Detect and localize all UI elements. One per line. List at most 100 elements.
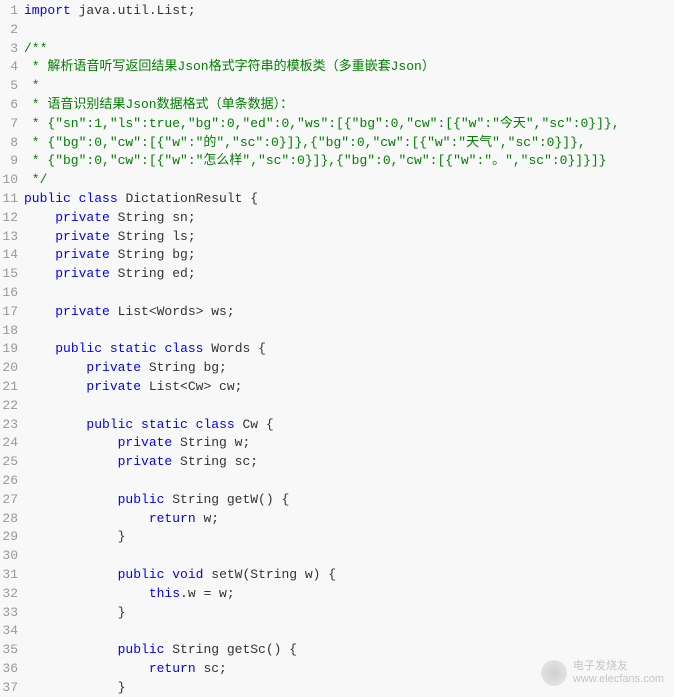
code-line[interactable]: private String bg; [24,359,674,378]
line-number: 32 [0,585,18,604]
code-line[interactable]: * 语音识别结果Json数据格式（单条数据）： [24,96,674,115]
code-line[interactable] [24,322,674,341]
token-kw: private [55,304,110,319]
line-number: 14 [0,246,18,265]
watermark-icon [541,660,567,686]
code-area[interactable]: import java.util.List; /** * 解析语音听写返回结果J… [24,2,674,697]
line-number: 16 [0,284,18,303]
line-number: 15 [0,265,18,284]
code-line[interactable]: * {"bg":0,"cw":[{"w":"的","sc":0}]},{"bg"… [24,134,674,153]
watermark-url: www.elecfans.com [573,673,664,686]
line-number: 26 [0,472,18,491]
token-kw: private [86,379,141,394]
line-number: 28 [0,510,18,529]
token-kw: private [55,266,110,281]
code-line[interactable] [24,21,674,40]
line-number: 35 [0,641,18,660]
token-kw: public [86,417,133,432]
line-number: 13 [0,228,18,247]
line-number: 6 [0,96,18,115]
line-number: 37 [0,679,18,697]
token-kw: return [149,661,196,676]
line-number: 18 [0,322,18,341]
code-line[interactable]: return w; [24,510,674,529]
token-comment: * 语音识别结果Json数据格式（单条数据）： [24,97,293,112]
line-number: 4 [0,58,18,77]
code-line[interactable]: private String sn; [24,209,674,228]
code-line[interactable]: * {"sn":1,"ls":true,"bg":0,"ed":0,"ws":[… [24,115,674,134]
code-line[interactable]: public void setW(String w) { [24,566,674,585]
code-line[interactable]: public class DictationResult { [24,190,674,209]
line-number: 2 [0,21,18,40]
token-kw: private [118,454,173,469]
line-number: 24 [0,434,18,453]
line-gutter: 1234567891011121314151617181920212223242… [0,2,24,697]
line-number: 3 [0,40,18,59]
token-comment: * {"sn":1,"ls":true,"bg":0,"ed":0,"ws":[… [24,116,620,131]
line-number: 36 [0,660,18,679]
code-line[interactable]: */ [24,171,674,190]
token-kw: private [55,229,110,244]
line-number: 5 [0,77,18,96]
token-kw: class [196,417,235,432]
code-line[interactable]: public static class Cw { [24,416,674,435]
code-line[interactable]: private String ed; [24,265,674,284]
code-line[interactable]: * [24,77,674,96]
line-number: 34 [0,622,18,641]
line-number: 17 [0,303,18,322]
code-line[interactable]: public String getSc() { [24,641,674,660]
code-line[interactable]: } [24,528,674,547]
token-kw: static [141,417,188,432]
code-line[interactable]: * 解析语音听写返回结果Json格式字符串的模板类（多重嵌套Json） [24,58,674,77]
token-kw: this [149,586,180,601]
code-line[interactable]: /** [24,40,674,59]
line-number: 10 [0,171,18,190]
line-number: 30 [0,547,18,566]
code-line[interactable]: private String bg; [24,246,674,265]
token-kw: static [110,341,157,356]
code-line[interactable] [24,547,674,566]
line-number: 33 [0,604,18,623]
code-line[interactable]: private String sc; [24,453,674,472]
code-line[interactable]: this.w = w; [24,585,674,604]
code-editor: 1234567891011121314151617181920212223242… [0,0,674,697]
code-line[interactable] [24,397,674,416]
line-number: 12 [0,209,18,228]
token-kw: public [55,341,102,356]
line-number: 29 [0,528,18,547]
token-comment: * {"bg":0,"cw":[{"w":"怎么样","sc":0}]},{"b… [24,153,607,168]
line-number: 19 [0,340,18,359]
code-line[interactable]: private String w; [24,434,674,453]
line-number: 25 [0,453,18,472]
code-line[interactable]: private String ls; [24,228,674,247]
line-number: 11 [0,190,18,209]
code-line[interactable] [24,472,674,491]
line-number: 27 [0,491,18,510]
line-number: 1 [0,2,18,21]
code-line[interactable]: public String getW() { [24,491,674,510]
line-number: 20 [0,359,18,378]
line-number: 21 [0,378,18,397]
token-comment: * 解析语音听写返回结果Json格式字符串的模板类（多重嵌套Json） [24,59,435,74]
watermark-text: 电子发烧友 www.elecfans.com [573,660,664,686]
code-line[interactable] [24,284,674,303]
code-line[interactable]: public static class Words { [24,340,674,359]
code-line[interactable]: private List<Cw> cw; [24,378,674,397]
token-comment: * {"bg":0,"cw":[{"w":"的","sc":0}]},{"bg"… [24,135,586,150]
line-number: 7 [0,115,18,134]
token-kw: private [55,247,110,262]
token-kw: public [24,191,71,206]
code-line[interactable]: private List<Words> ws; [24,303,674,322]
token-kw: public [118,492,165,507]
token-comment: /** [24,41,47,56]
token-kw: private [86,360,141,375]
code-line[interactable]: } [24,604,674,623]
code-line[interactable] [24,622,674,641]
line-number: 9 [0,152,18,171]
code-line[interactable]: * {"bg":0,"cw":[{"w":"怎么样","sc":0}]},{"b… [24,152,674,171]
token-kw: private [55,210,110,225]
line-number: 8 [0,134,18,153]
token-comment: */ [24,172,47,187]
token-kw: private [118,435,173,450]
code-line[interactable]: import java.util.List; [24,2,674,21]
